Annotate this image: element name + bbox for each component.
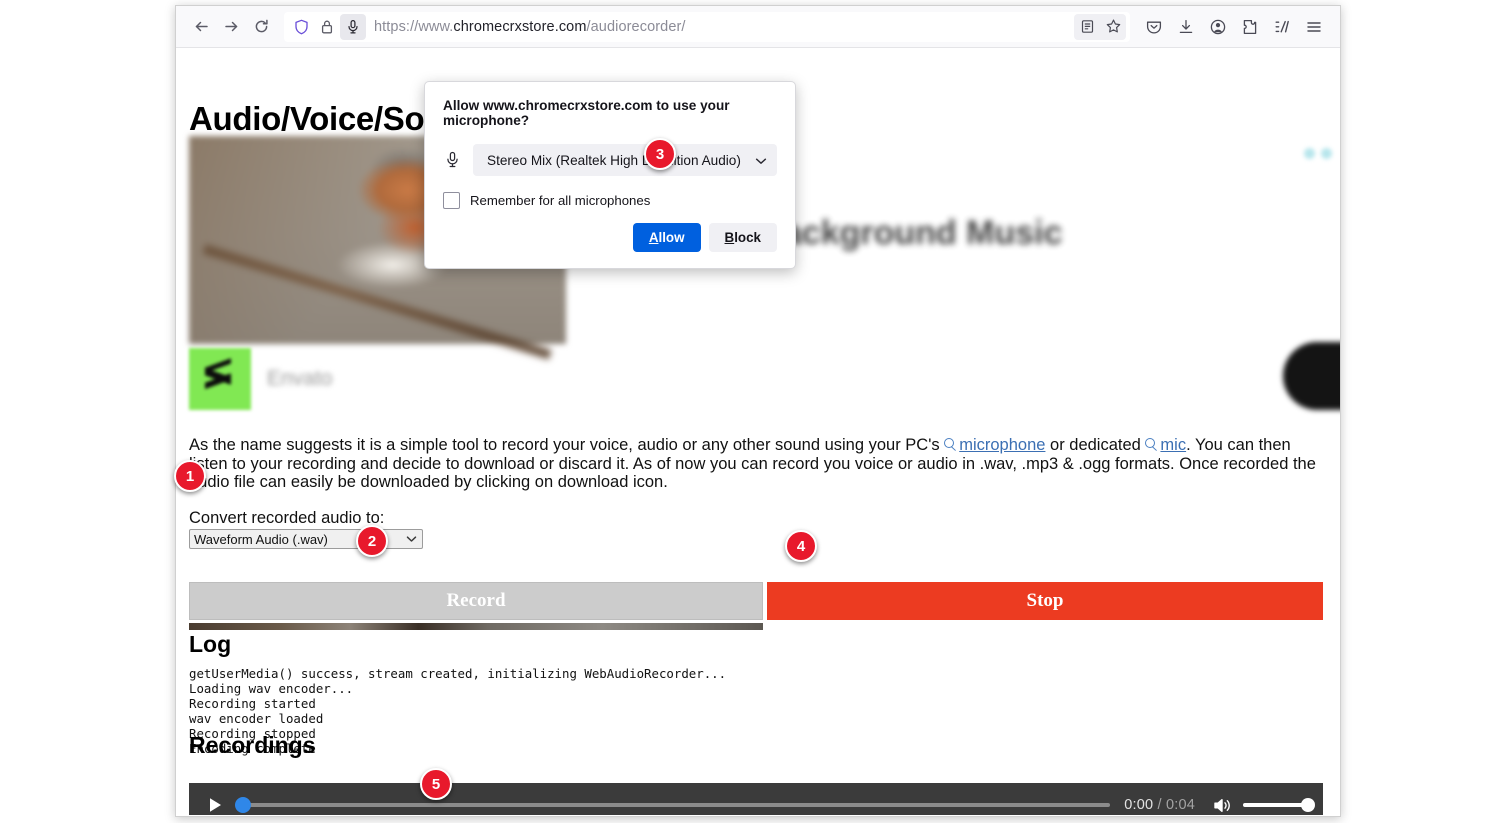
lock-icon[interactable]: [314, 14, 340, 40]
block-button[interactable]: Block: [708, 223, 777, 252]
log-heading: Log: [189, 631, 232, 657]
remember-choice-row[interactable]: Remember for all microphones: [443, 192, 777, 209]
allow-label-rest: llow: [658, 230, 685, 245]
envato-logo-icon: [189, 348, 251, 410]
back-arrow-icon[interactable]: [186, 12, 216, 42]
shield-icon[interactable]: [288, 14, 314, 40]
url-path: /audiorecorder/: [586, 18, 686, 35]
extensions-icon[interactable]: [1234, 12, 1266, 42]
bookmark-star-icon[interactable]: [1100, 14, 1126, 40]
url-bar[interactable]: https://www.chromecrxstore.com/audioreco…: [284, 11, 1130, 42]
convert-label: Convert recorded audio to:: [189, 509, 385, 527]
hamburger-menu-icon[interactable]: [1298, 12, 1330, 42]
screenshot-root: https://www.chromecrxstore.com/audioreco…: [0, 0, 1495, 823]
permission-device-row: Stereo Mix (Realtek High Definition Audi…: [443, 144, 777, 176]
audio-progress-slider[interactable]: [235, 797, 1111, 813]
description-part-2: or dedicated: [1045, 436, 1146, 454]
page-content: Audio/Voice/Sou Unlimited Background Mus…: [176, 48, 1340, 815]
mic-link[interactable]: mic: [1160, 436, 1186, 454]
description-part-1: As the name suggests it is a simple tool…: [189, 436, 945, 454]
ad-open-button[interactable]: Open: [1283, 342, 1340, 410]
volume-slider[interactable]: [1243, 798, 1315, 812]
audio-progress-knob[interactable]: [235, 797, 251, 813]
permission-actions: Allow Block: [443, 223, 777, 252]
permission-title: Allow www.chromecrxstore.com to use your…: [443, 98, 730, 128]
downloads-icon[interactable]: [1170, 12, 1202, 42]
play-icon[interactable]: [203, 793, 227, 815]
url-host: chromecrxstore.com: [453, 18, 587, 35]
audio-player[interactable]: 0:00 / 0:04: [189, 783, 1323, 815]
microphone-device-select[interactable]: Stereo Mix (Realtek High Definition Audi…: [473, 144, 777, 176]
allow-button[interactable]: Allow: [632, 223, 701, 252]
reload-icon[interactable]: [246, 12, 276, 42]
url-scheme: https://www.: [374, 18, 454, 35]
browser-toolbar: https://www.chromecrxstore.com/audioreco…: [176, 6, 1340, 48]
volume-knob[interactable]: [1301, 798, 1315, 812]
browser-window: https://www.chromecrxstore.com/audioreco…: [175, 5, 1341, 817]
ad-brand: Envato: [189, 348, 332, 410]
url-text[interactable]: https://www.chromecrxstore.com/audioreco…: [366, 19, 1070, 35]
toolbar-action-icons: [1138, 12, 1330, 42]
remember-checkbox[interactable]: [443, 192, 460, 209]
step-badge-5: 5: [420, 768, 452, 800]
recordings-heading: Recordings: [189, 732, 316, 758]
forward-arrow-icon[interactable]: [216, 12, 246, 42]
stop-button[interactable]: Stop: [767, 582, 1323, 620]
url-bar-actions: [1074, 13, 1126, 40]
microphone-icon[interactable]: [340, 13, 366, 40]
remember-checkbox-label: Remember for all microphones: [470, 193, 651, 208]
audio-time-display: 0:00 / 0:04: [1124, 797, 1195, 813]
reader-view-icon[interactable]: [1074, 14, 1100, 40]
block-accesskey: B: [724, 230, 735, 245]
account-icon[interactable]: [1202, 12, 1234, 42]
record-button[interactable]: Record: [189, 582, 763, 620]
step-badge-2: 2: [356, 525, 388, 557]
pocket-icon[interactable]: [1138, 12, 1170, 42]
step-badge-3: 3: [644, 138, 676, 170]
volume-icon[interactable]: [1209, 793, 1235, 815]
chevron-down-icon: [755, 153, 767, 168]
ad-brand-name: Envato: [267, 367, 333, 390]
step-badge-1: 1: [174, 460, 206, 492]
microphone-permission-popup: Allow www.chromecrxstore.com to use your…: [424, 81, 796, 269]
page-description: As the name suggests it is a simple tool…: [189, 436, 1324, 492]
waveform-canvas: [189, 623, 763, 630]
search-icon: [1145, 438, 1158, 451]
audio-total-time: 0:04: [1165, 797, 1195, 813]
step-badge-4: 4: [785, 530, 817, 562]
page-title: Audio/Voice/Sou: [189, 100, 445, 137]
audio-current-time: 0:00: [1124, 797, 1154, 813]
audio-time-separator: /: [1153, 797, 1166, 813]
block-label-rest: lock: [734, 230, 761, 245]
search-icon: [944, 438, 957, 451]
microphone-link[interactable]: microphone: [959, 436, 1045, 454]
chevron-down-icon: [404, 535, 418, 543]
microphone-icon: [443, 150, 461, 170]
ad-corner-icons[interactable]: [1304, 148, 1332, 159]
recorder-controls: Record Stop: [189, 582, 1323, 620]
devtools-icon[interactable]: [1266, 12, 1298, 42]
microphone-device-value: Stereo Mix (Realtek High Definition Audi…: [487, 152, 741, 168]
